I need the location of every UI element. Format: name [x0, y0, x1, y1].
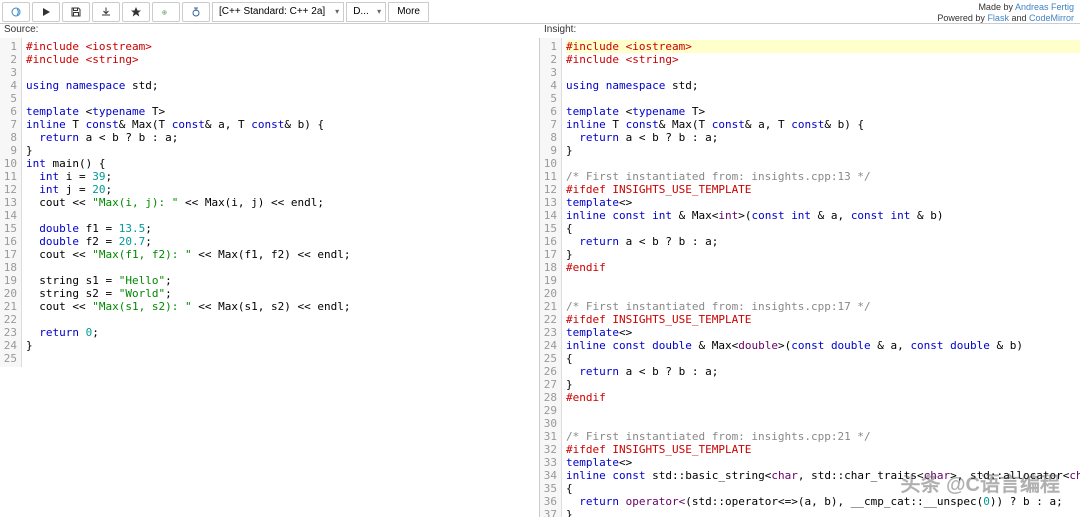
- source-gutter: 1234567891011121314151617181920212223242…: [0, 38, 22, 367]
- insight-label: Insight:: [540, 24, 1080, 38]
- author-link[interactable]: Andreas Fertig: [1015, 2, 1074, 12]
- source-code[interactable]: #include <iostream>#include <string> usi…: [22, 38, 355, 367]
- logo-button[interactable]: [2, 2, 30, 22]
- source-pane[interactable]: 1234567891011121314151617181920212223242…: [0, 38, 540, 517]
- compiler-explorer-button[interactable]: ⊕: [152, 2, 180, 22]
- source-label: Source:: [0, 24, 540, 38]
- save-button[interactable]: [62, 2, 90, 22]
- credits: Made by Andreas Fertig Powered by Flask …: [937, 2, 1074, 24]
- more-label: More: [397, 6, 420, 17]
- quickbench-button[interactable]: [182, 2, 210, 22]
- insight-pane[interactable]: 1234567891011121314151617181920212223242…: [540, 38, 1080, 517]
- insight-code: #include <iostream>#include <string> usi…: [562, 38, 1080, 517]
- standard-select[interactable]: [C++ Standard: C++ 2a]: [212, 2, 344, 22]
- run-button[interactable]: [32, 2, 60, 22]
- made-by-text: Made by: [978, 2, 1015, 12]
- pane-labels: Source: Insight:: [0, 24, 1080, 38]
- insight-gutter: 1234567891011121314151617181920212223242…: [540, 38, 562, 517]
- dwarf-select[interactable]: D...: [346, 2, 386, 22]
- codemirror-link[interactable]: CodeMirror: [1029, 13, 1074, 23]
- panes: 1234567891011121314151617181920212223242…: [0, 38, 1080, 517]
- flask-link[interactable]: Flask: [987, 13, 1009, 23]
- and-text: and: [1009, 13, 1029, 23]
- toolbar: ⊕ [C++ Standard: C++ 2a] D... More Made …: [0, 0, 1080, 24]
- star-button[interactable]: [122, 2, 150, 22]
- standard-select-label: [C++ Standard: C++ 2a]: [219, 6, 325, 17]
- powered-by-text: Powered by: [937, 13, 987, 23]
- svg-text:⊕: ⊕: [162, 8, 167, 17]
- more-button[interactable]: More: [388, 2, 429, 22]
- dwarf-select-label: D...: [353, 6, 369, 17]
- download-button[interactable]: [92, 2, 120, 22]
